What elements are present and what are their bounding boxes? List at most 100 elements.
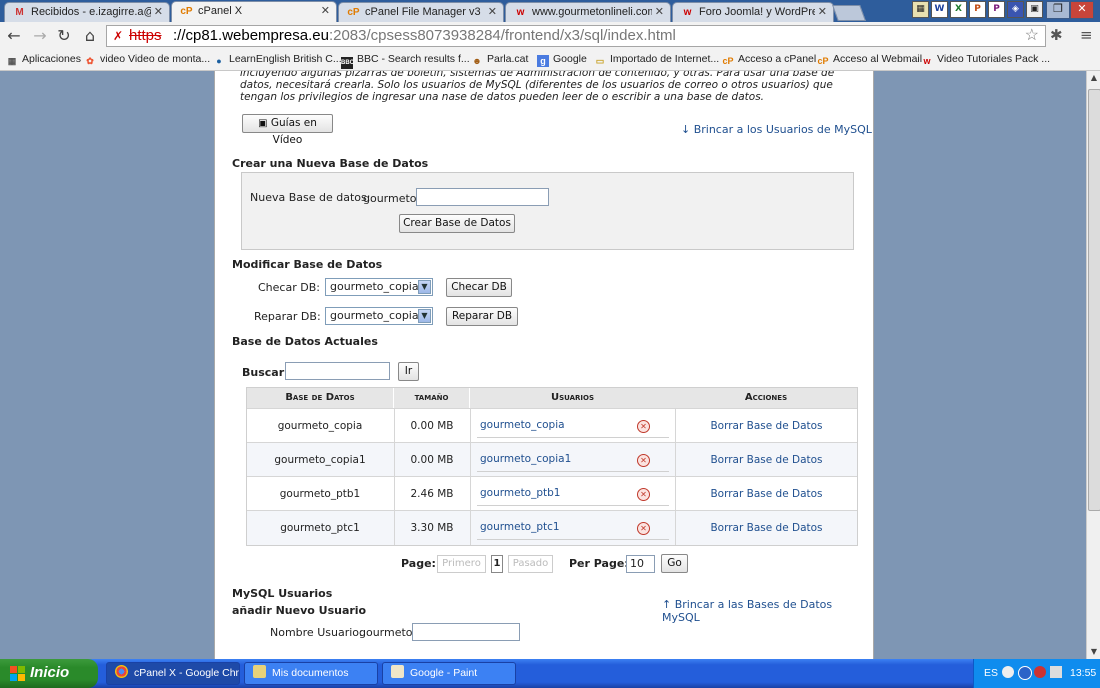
video-guides-button[interactable]: ▣ Guías en Vídeo: [242, 114, 333, 146]
close-window-icon[interactable]: ✕: [1070, 1, 1094, 19]
db-user-link[interactable]: gourmeto_copia: [480, 419, 565, 431]
volume-icon[interactable]: [1050, 666, 1062, 678]
app-icon[interactable]: ◈: [1007, 1, 1024, 18]
tab-gmail[interactable]: M Recibidos - e.izagirre.a@gm ✕: [4, 2, 170, 22]
remove-user-icon[interactable]: ✕: [637, 454, 650, 467]
col-header-size[interactable]: tamaño: [394, 388, 470, 408]
back-icon[interactable]: ←: [4, 26, 24, 46]
search-input[interactable]: [285, 362, 390, 380]
url-scheme: https: [129, 27, 162, 44]
close-icon[interactable]: ✕: [488, 5, 497, 18]
menu-icon[interactable]: ≡: [1080, 26, 1093, 44]
cpanel-page: incluyendo algunas pizarras de boletín, …: [214, 71, 874, 659]
repair-db-select[interactable]: gourmeto_copia ▼: [325, 307, 433, 325]
db-size: 0.00 MB: [410, 420, 454, 432]
bookmark-item[interactable]: BBC BBC - Search results f...: [341, 53, 470, 69]
tab-foro[interactable]: w Foro Joomla! y WordPress : ✕: [672, 2, 834, 22]
webempresa-icon: w: [923, 56, 931, 66]
bookmark-star-icon[interactable]: ☆: [1025, 26, 1039, 46]
scroll-thumb[interactable]: [1088, 89, 1100, 511]
bookmark-folder[interactable]: ▭ Importado de Internet...: [594, 53, 719, 67]
check-db-button[interactable]: Checar DB: [446, 278, 512, 297]
db-prefix: gourmeto_: [363, 192, 423, 205]
insecure-lock-icon: ✗: [113, 29, 124, 43]
tab-gourmet[interactable]: w www.gourmetonlineli.com ✕: [505, 2, 671, 22]
cpanel-icon: cP: [817, 56, 829, 66]
remove-user-icon[interactable]: ✕: [637, 488, 650, 501]
extension-icon[interactable]: ✱: [1050, 26, 1063, 44]
db-user-link[interactable]: gourmeto_ptc1: [480, 521, 560, 533]
home-icon[interactable]: ⌂: [80, 26, 100, 46]
forward-icon[interactable]: →: [30, 26, 50, 46]
search-go-button[interactable]: Ir: [398, 362, 419, 381]
jump-to-users-link[interactable]: ↓ Brincar a los Usuarios de MySQL: [681, 123, 872, 136]
delete-db-link[interactable]: Borrar Base de Datos: [676, 477, 857, 511]
camera-icon: ▣: [258, 118, 268, 129]
network-icon[interactable]: [1002, 666, 1014, 678]
bookmark-item[interactable]: ✿ video Video de monta...: [84, 53, 210, 67]
bookmark-item[interactable]: ● LearnEnglish British C...: [213, 53, 341, 67]
bookmark-item[interactable]: cP Acceso a cPanel: [722, 53, 816, 67]
close-icon[interactable]: ✕: [655, 5, 664, 18]
tab-strip: M Recibidos - e.izagirre.a@gm ✕ cP cPane…: [0, 0, 1100, 22]
powerpoint-icon[interactable]: P: [969, 1, 986, 18]
check-db-select[interactable]: gourmeto_copia ▼: [325, 278, 433, 296]
close-icon[interactable]: ✕: [818, 5, 827, 18]
gmail-icon: M: [15, 7, 24, 18]
close-icon[interactable]: ✕: [321, 4, 330, 17]
bookmark-apps[interactable]: ▦ Aplicaciones: [6, 53, 81, 67]
tab-file-manager[interactable]: cP cPanel File Manager v3 ✕: [338, 2, 504, 22]
close-icon[interactable]: ✕: [154, 5, 163, 18]
bookmark-item[interactable]: ☻ Parla.cat: [471, 53, 528, 67]
address-bar[interactable]: ✗ https ://cp81.webempresa.eu:2083/cpses…: [106, 25, 1046, 47]
publisher-icon[interactable]: P: [988, 1, 1005, 18]
bookmark-item[interactable]: w Video Tutoriales Pack ...: [921, 53, 1050, 67]
app-icon[interactable]: ▦: [912, 1, 929, 18]
repair-db-button[interactable]: Reparar DB: [446, 307, 518, 326]
word-icon[interactable]: W: [931, 1, 948, 18]
task-chrome[interactable]: cPanel X - Google Chr...: [106, 662, 240, 685]
restore-icon[interactable]: ❐: [1046, 1, 1070, 19]
new-db-input[interactable]: [416, 188, 549, 206]
excel-icon[interactable]: X: [950, 1, 967, 18]
task-documents[interactable]: Mis documentos: [244, 662, 378, 685]
col-header-db[interactable]: Base de Datos: [247, 388, 394, 408]
scroll-up-icon[interactable]: ▲: [1087, 71, 1100, 85]
delete-db-link[interactable]: Borrar Base de Datos: [676, 409, 857, 443]
delete-db-link[interactable]: Borrar Base de Datos: [676, 443, 857, 477]
db-user-link[interactable]: gourmeto_copia1: [480, 453, 571, 465]
start-button[interactable]: Inicio: [0, 659, 98, 688]
bookmark-item[interactable]: g Google: [537, 53, 587, 67]
last-page-button[interactable]: Pasado: [508, 555, 553, 573]
table-row: gourmeto_copia1 0.00 MB gourmeto_copia1 …: [247, 442, 857, 477]
db-name: gourmeto_copia1: [274, 454, 366, 466]
remove-user-icon[interactable]: ✕: [637, 420, 650, 433]
reload-icon[interactable]: ↻: [54, 26, 74, 46]
per-page-input[interactable]: 10: [626, 555, 655, 573]
current-page[interactable]: 1: [491, 555, 503, 573]
antivirus-icon[interactable]: [1034, 666, 1046, 678]
tab-label: www.gourmetonlineli.com: [532, 6, 652, 18]
task-paint[interactable]: Google - Paint: [382, 662, 516, 685]
bluetooth-icon[interactable]: [1018, 666, 1032, 680]
bookmark-item[interactable]: cP Acceso al Webmail: [817, 53, 922, 67]
create-db-button[interactable]: Crear Base de Datos: [399, 214, 515, 233]
language-indicator[interactable]: ES: [984, 667, 998, 679]
tab-cpanel[interactable]: cP cPanel X ✕: [171, 1, 337, 22]
create-db-panel: Nueva Base de datos: gourmeto_ Crear Bas…: [241, 172, 854, 250]
jump-to-databases-link[interactable]: ↑ Brincar a las Bases de Datos MySQL: [662, 598, 873, 624]
app-icon[interactable]: ▣: [1026, 1, 1043, 18]
go-button[interactable]: Go: [661, 554, 688, 573]
browser-toolbar: ← → ↻ ⌂ ✗ https ://cp81.webempresa.eu:20…: [0, 22, 1100, 50]
delete-db-link[interactable]: Borrar Base de Datos: [676, 511, 857, 545]
new-tab-button[interactable]: [832, 5, 866, 21]
username-input[interactable]: [412, 623, 520, 641]
scroll-down-icon[interactable]: ▼: [1087, 645, 1100, 659]
col-header-actions: Acciones: [675, 388, 857, 408]
google-icon: g: [537, 55, 549, 67]
new-db-label: Nueva Base de datos:: [250, 191, 371, 204]
scrollbar[interactable]: ▲ ▼: [1086, 71, 1100, 659]
remove-user-icon[interactable]: ✕: [637, 522, 650, 535]
first-page-button[interactable]: Primero: [437, 555, 486, 573]
db-user-link[interactable]: gourmeto_ptb1: [480, 487, 560, 499]
